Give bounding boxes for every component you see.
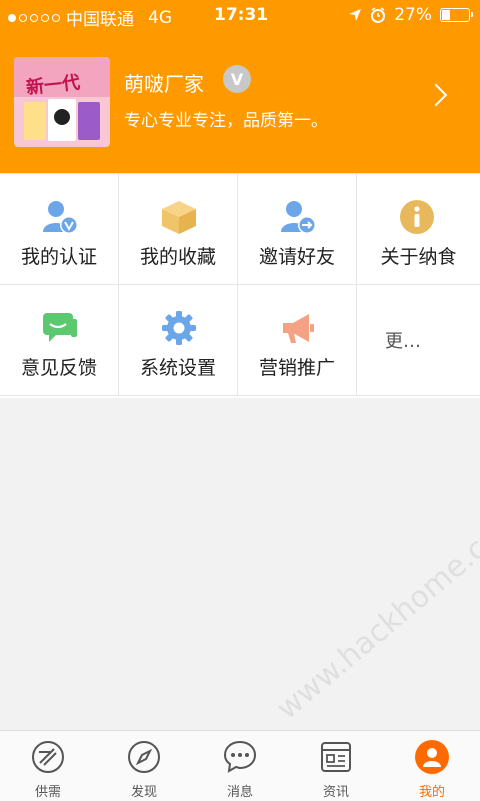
clock: 17:31 — [214, 5, 269, 25]
menu-grid: 我的认证 我的收藏 邀请好友 关于纳食 意见反馈 系统设置 营销推广 更… — [0, 173, 480, 398]
menu-item-my-favorites[interactable]: 我的收藏 — [119, 174, 238, 285]
person-icon — [415, 740, 449, 774]
tab-messages[interactable]: 消息 — [192, 731, 288, 801]
feedback-chat-icon — [43, 313, 77, 342]
menu-item-label: 关于纳食 — [380, 246, 457, 268]
menu-item-settings[interactable]: 系统设置 — [119, 285, 238, 396]
tab-news[interactable]: 资讯 — [288, 731, 384, 801]
signal-strength-icon — [8, 13, 60, 22]
menu-item-about[interactable]: 关于纳食 — [357, 174, 480, 285]
tab-label: 发现 — [130, 785, 157, 800]
network-type: 4G — [148, 7, 172, 28]
message-icon — [223, 740, 257, 773]
menu-item-label: 我的认证 — [20, 246, 97, 268]
tab-label: 供需 — [34, 785, 61, 800]
tab-label: 消息 — [226, 785, 253, 800]
tab-label: 资讯 — [322, 785, 349, 800]
menu-item-my-certification[interactable]: 我的认证 — [0, 174, 119, 285]
menu-item-more[interactable]: 更… — [357, 285, 480, 396]
menu-item-label: 意见反馈 — [20, 357, 97, 379]
menu-item-label: 营销推广 — [258, 357, 335, 379]
menu-item-marketing[interactable]: 营销推广 — [238, 285, 357, 396]
info-icon — [400, 200, 434, 234]
tab-discover[interactable]: 发现 — [96, 731, 192, 801]
compass-icon — [128, 741, 160, 773]
verified-badge-icon: V — [223, 65, 251, 93]
menu-item-invite-friends[interactable]: 邀请好友 — [238, 174, 357, 285]
status-bar: 中国联通 4G 17:31 27% — [0, 0, 480, 30]
menu-item-label: 我的收藏 — [139, 246, 216, 268]
carrier-name: 中国联通 — [66, 10, 134, 30]
profile-slogan: 专心专业专注，品质第一。 — [124, 111, 328, 131]
bottom-tab-bar: 供需 发现 消息 资讯 我的 — [0, 730, 480, 801]
menu-item-label: 系统设置 — [139, 357, 216, 379]
more-label: 更… — [385, 331, 421, 352]
alarm-clock-icon — [371, 7, 386, 23]
profile-name: 萌啵厂家 — [124, 72, 204, 96]
battery-percent: 27% — [394, 5, 432, 25]
megaphone-icon — [283, 314, 314, 343]
tab-mine[interactable]: 我的 — [384, 731, 480, 801]
menu-item-feedback[interactable]: 意见反馈 — [0, 285, 119, 396]
profile-header[interactable]: 新一代 萌啵厂家 V 专心专业专注，品质第一。 — [0, 30, 480, 173]
avatar[interactable]: 新一代 — [14, 57, 110, 147]
chevron-right-icon[interactable] — [424, 83, 448, 107]
tab-supply[interactable]: 供需 — [0, 731, 96, 801]
verified-user-icon — [43, 201, 78, 234]
invite-user-icon — [281, 201, 316, 234]
supply-icon — [32, 741, 64, 773]
tab-label: 我的 — [418, 785, 445, 800]
battery-icon — [440, 8, 473, 22]
news-icon — [321, 742, 351, 772]
gear-icon — [162, 311, 196, 345]
location-arrow-icon — [349, 9, 362, 21]
menu-item-label: 邀请好友 — [258, 246, 335, 268]
watermark: www.hackhome.com — [270, 500, 480, 727]
box-icon — [162, 201, 196, 234]
